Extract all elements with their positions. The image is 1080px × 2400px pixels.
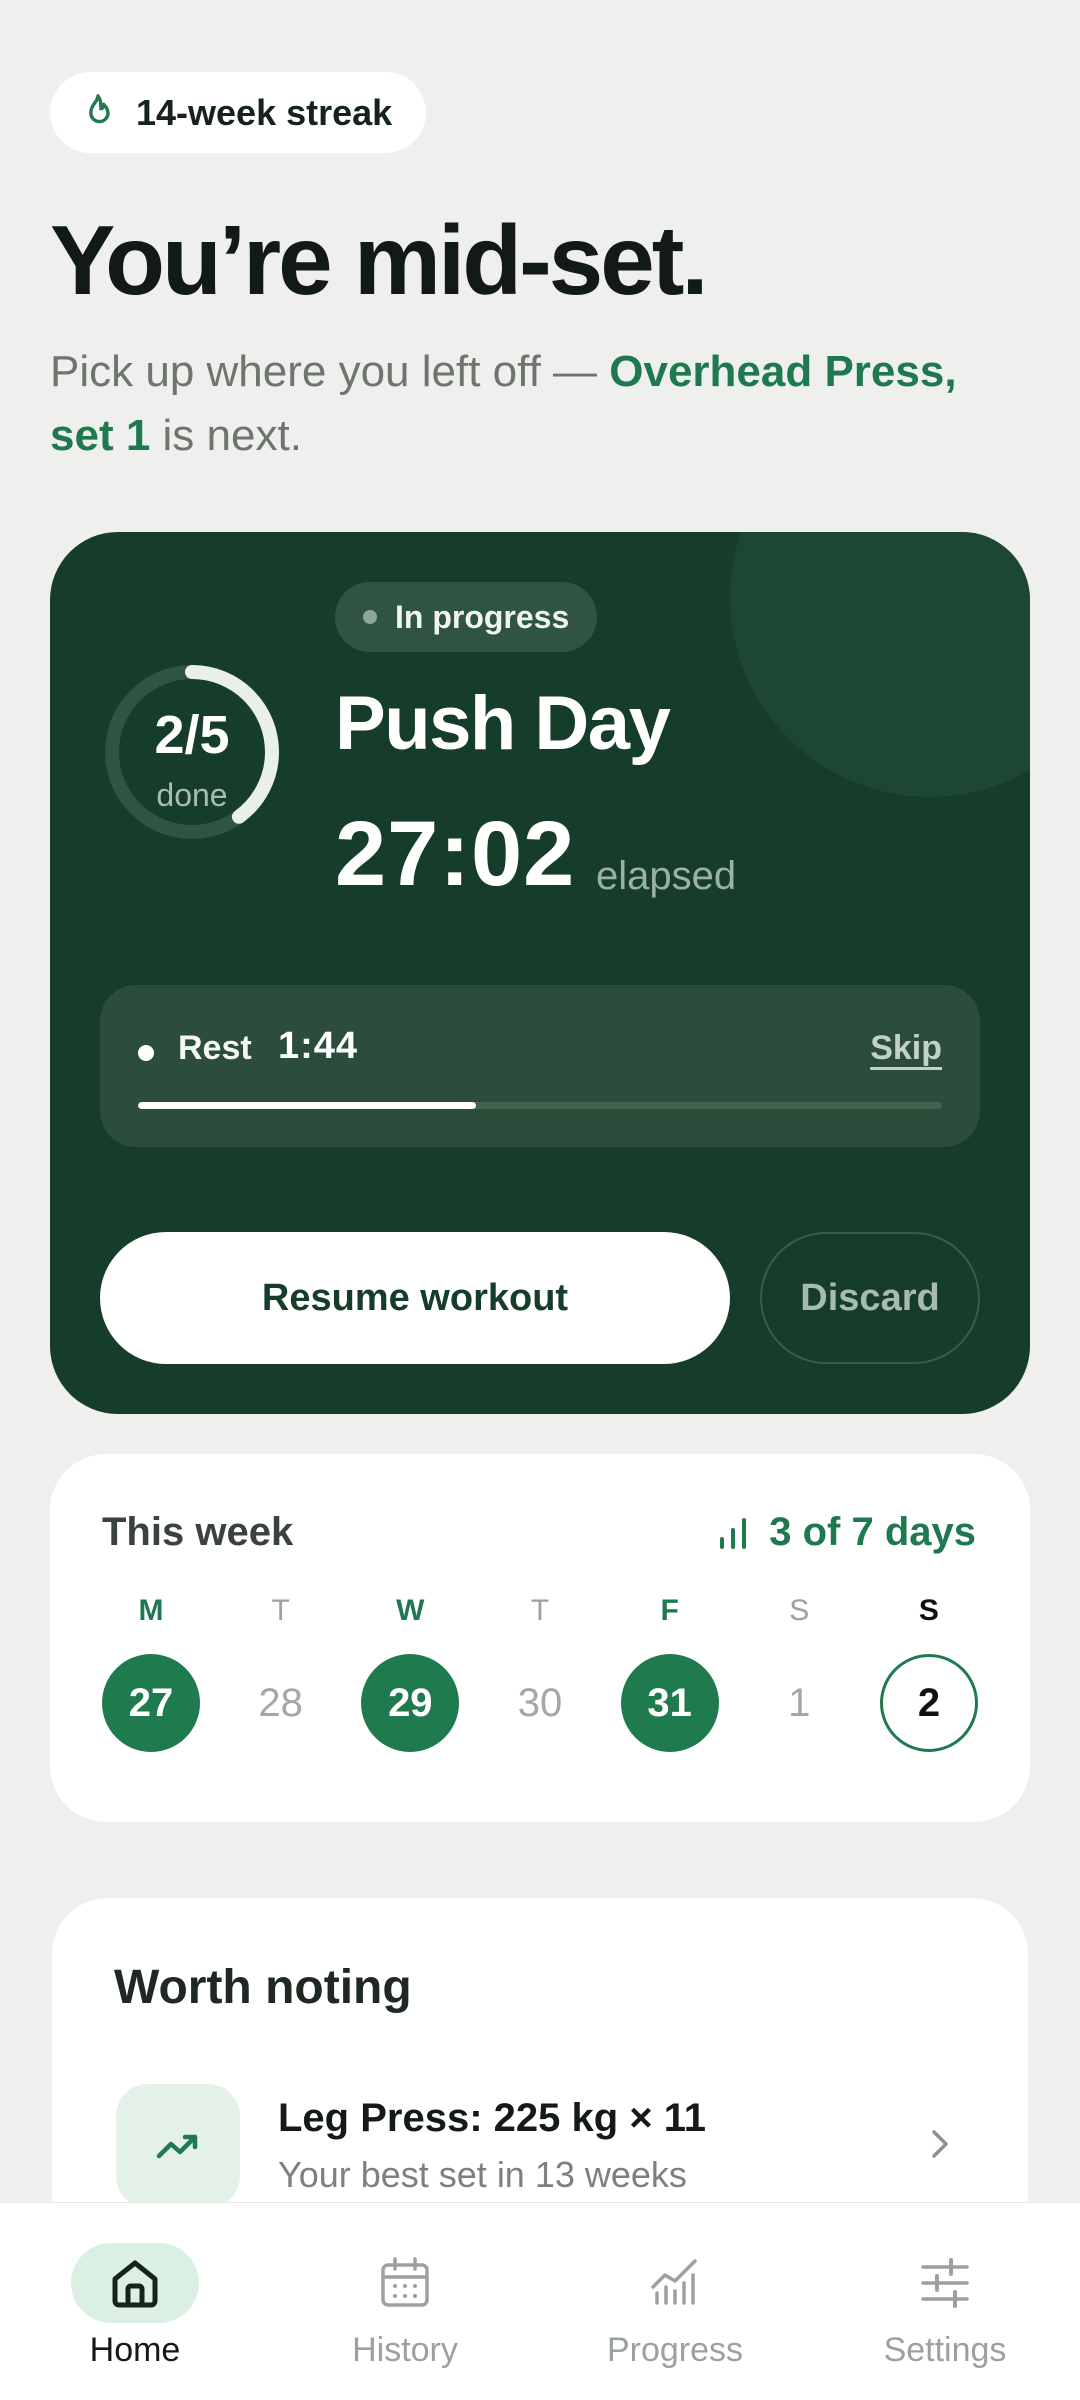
chart-icon [651,2259,697,2305]
status-label: In progress [395,598,570,635]
elapsed-timer: 27:02 [335,803,576,905]
skip-rest-button[interactable]: Skip [870,1029,942,1068]
active-workout-card: 2/5 done In progress Push Day 27:02 elap… [50,532,1030,1414]
day-letter: F [660,1594,679,1627]
day-letter: S [918,1594,939,1627]
day-saturday[interactable]: S1 [750,1594,848,1752]
rest-progress-fill [138,1102,476,1109]
streak-label: 14-week streak [136,91,393,133]
nav-progress-label: Progress [606,2331,744,2369]
page-title: You’re mid-set. [50,205,709,315]
calendar-icon [381,2257,429,2307]
resume-hint-tail: is next. [150,411,302,460]
notes-title: Worth noting [114,1961,412,2014]
discard-workout-button[interactable]: Discard [760,1232,980,1364]
nav-settings-label: Settings [883,2331,1007,2369]
day-letter: S [789,1594,810,1627]
sets-done-label: done [156,777,228,813]
note-icon-tile [116,2084,240,2208]
nav-progress[interactable]: Progress [575,2243,775,2370]
bottom-navigation: Home History Progress Settings [0,2202,1080,2400]
day-letter: W [396,1594,425,1627]
rest-countdown: 1:44 [278,1025,359,1067]
chevron-right-icon[interactable] [930,2126,952,2162]
nav-history[interactable]: History [305,2243,505,2370]
day-date: 31 [620,1654,719,1752]
home-icon [112,2260,158,2308]
rest-timer: Rest 1:44 Skip [100,985,980,1147]
rest-label: Rest [178,1029,252,1067]
note-title: Leg Press: 225 kg × 11 [278,2096,707,2140]
nav-history-icon-wrap [341,2243,469,2323]
day-date: 29 [361,1654,460,1752]
rest-dot-icon [138,1045,154,1061]
nav-home-icon-wrap [71,2243,199,2323]
day-date: 27 [102,1654,200,1752]
resume-workout-button[interactable]: Resume workout [100,1232,730,1364]
day-date: 1 [788,1680,811,1725]
resume-hint-lead: Pick up where you left off — [50,347,610,396]
nav-home[interactable]: Home [35,2243,235,2370]
workout-name: Push Day [335,681,671,766]
day-monday[interactable]: M 27 [102,1594,200,1752]
home-screen: 14-week streak You’re mid-set. Pick up w… [0,0,1080,2400]
day-date: 28 [258,1680,303,1725]
decorative-circle [730,532,1030,797]
day-date: 2 [879,1654,978,1752]
week-count: 3 of 7 days [717,1510,976,1555]
week-title: This week [102,1510,294,1554]
day-thursday[interactable]: T 30 [491,1594,589,1752]
resume-hint: Pick up where you left off — Overhead Pr… [50,340,1010,468]
nav-home-label: Home [89,2331,181,2369]
nav-history-label: History [352,2331,458,2369]
day-friday[interactable]: F 31 [620,1594,719,1752]
week-summary-card: This week 3 of 7 days M 27 T 28 W 29 T 30 F 3… [50,1454,1030,1822]
nav-settings-icon-wrap [881,2243,1009,2323]
day-letter: T [271,1594,290,1627]
day-wednesday[interactable]: W 29 [361,1594,460,1752]
note-subtitle: Your best set in 13 weeks [278,2154,687,2195]
status-badge: In progress [335,582,598,652]
bar-chart-icon [720,1517,747,1549]
day-date: 30 [517,1680,563,1725]
sliders-icon [921,2258,969,2308]
nav-progress-icon-wrap [611,2243,739,2323]
rest-progress-bar [138,1102,942,1109]
week-count-label: 3 of 7 days [769,1510,976,1554]
week-days: M 27 T 28 W 29 T 30 F 31 S1 S2 [102,1594,978,1752]
day-letter: M [138,1594,164,1627]
day-tuesday[interactable]: T 28 [232,1594,330,1752]
elapsed-label: elapsed [596,854,737,898]
sets-done-count: 2/5 [154,705,230,765]
day-sunday[interactable]: S2 [879,1594,978,1752]
streak-badge: 14-week streak [50,72,427,153]
day-letter: T [530,1594,550,1627]
status-dot-icon [363,610,377,624]
flame-icon [89,93,110,123]
trending-up-icon [156,2134,198,2159]
nav-settings[interactable]: Settings [845,2243,1045,2370]
